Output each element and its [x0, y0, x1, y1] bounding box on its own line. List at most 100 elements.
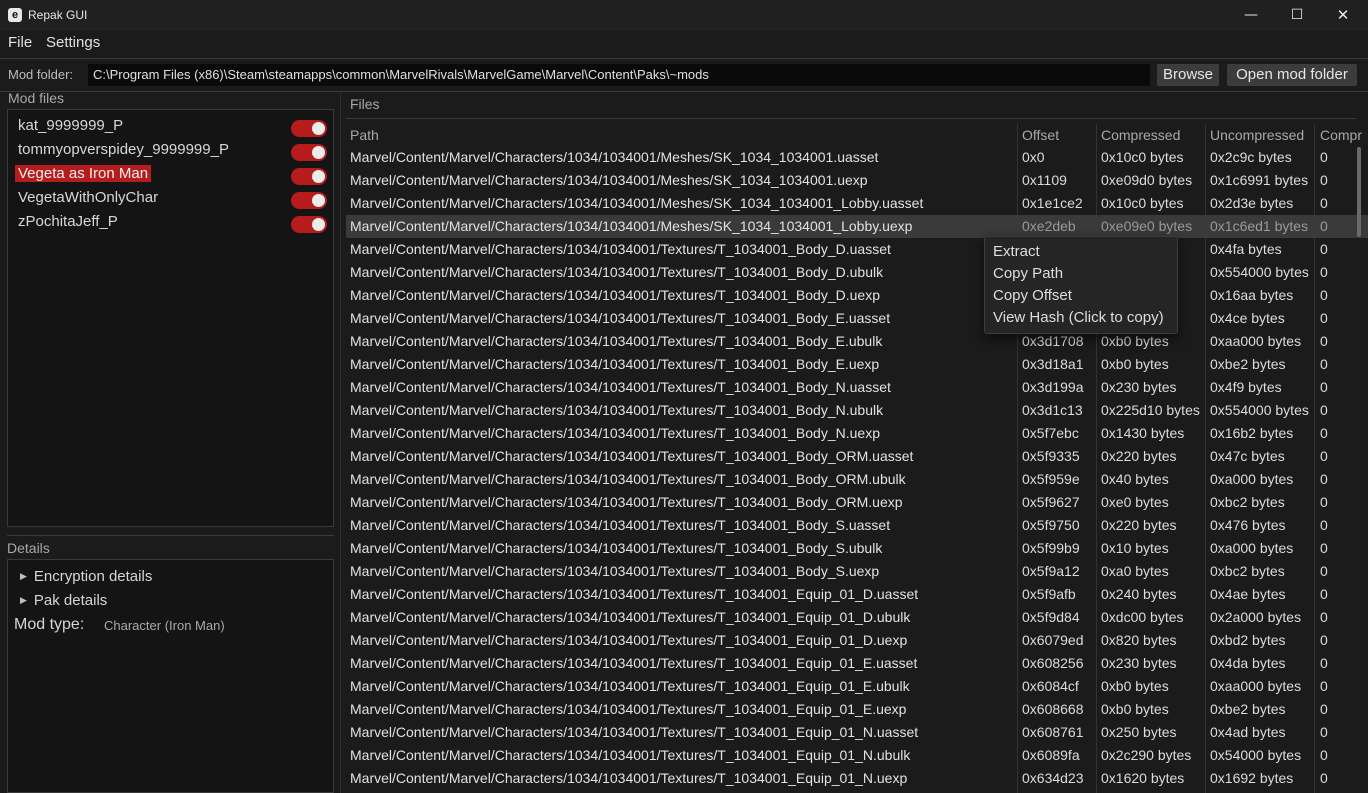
mod-folder-input[interactable]: C:\Program Files (x86)\Steam\steamapps\c…	[88, 64, 1150, 86]
table-row[interactable]: Marvel/Content/Marvel/Characters/1034/10…	[346, 468, 1368, 491]
encryption-details-toggle[interactable]: ▶ Encryption details	[20, 568, 152, 585]
table-row[interactable]: Marvel/Content/Marvel/Characters/1034/10…	[346, 537, 1368, 560]
open-mod-folder-button[interactable]: Open mod folder	[1227, 64, 1357, 86]
mod-item[interactable]: VegetaWithOnlyChar	[18, 187, 158, 209]
compr-cell: 0	[1320, 770, 1328, 786]
mod-toggle[interactable]	[291, 168, 327, 185]
path-cell: Marvel/Content/Marvel/Characters/1034/10…	[350, 471, 906, 487]
mod-item[interactable]: tommyopverspidey_9999999_P	[18, 139, 229, 161]
table-row[interactable]: Marvel/Content/Marvel/Characters/1034/10…	[346, 376, 1368, 399]
compr-cell: 0	[1320, 701, 1328, 717]
compr-cell: 0	[1320, 471, 1328, 487]
path-cell: Marvel/Content/Marvel/Characters/1034/10…	[350, 517, 891, 533]
mod-toggle[interactable]	[291, 192, 327, 209]
compressed-cell: 0x1430 bytes	[1101, 425, 1185, 441]
col-uncompressed[interactable]: Uncompressed	[1210, 127, 1304, 143]
compressed-cell: 0xa0 bytes	[1101, 563, 1169, 579]
compressed-cell: 0xb0 bytes	[1101, 678, 1169, 694]
table-row[interactable]: Marvel/Content/Marvel/Characters/1034/10…	[346, 744, 1368, 767]
compressed-cell: 0x2c290 bytes	[1101, 747, 1192, 763]
table-row[interactable]: Marvel/Content/Marvel/Characters/1034/10…	[346, 169, 1368, 192]
uncompressed-cell: 0xbd2 bytes	[1210, 632, 1286, 648]
maximize-icon[interactable]: ☐	[1274, 0, 1320, 31]
offset-cell: 0xe2deb	[1022, 218, 1076, 234]
table-row[interactable]: Marvel/Content/Marvel/Characters/1034/10…	[346, 514, 1368, 537]
browse-button[interactable]: Browse	[1157, 64, 1219, 86]
path-cell: Marvel/Content/Marvel/Characters/1034/10…	[350, 310, 891, 326]
table-row[interactable]: Marvel/Content/Marvel/Characters/1034/10…	[346, 307, 1368, 330]
path-cell: Marvel/Content/Marvel/Characters/1034/10…	[350, 425, 880, 441]
table-row[interactable]: Marvel/Content/Marvel/Characters/1034/10…	[346, 215, 1368, 238]
col-compressed[interactable]: Compressed	[1101, 127, 1180, 143]
table-row[interactable]: Marvel/Content/Marvel/Characters/1034/10…	[346, 606, 1368, 629]
mod-toggle[interactable]	[291, 120, 327, 137]
compr-cell: 0	[1320, 540, 1328, 556]
uncompressed-cell: 0x4ad bytes	[1210, 724, 1286, 740]
table-row[interactable]: Marvel/Content/Marvel/Characters/1034/10…	[346, 261, 1368, 284]
table-row[interactable]: Marvel/Content/Marvel/Characters/1034/10…	[346, 192, 1368, 215]
col-compr[interactable]: Compr	[1320, 127, 1362, 143]
table-row[interactable]: Marvel/Content/Marvel/Characters/1034/10…	[346, 767, 1368, 790]
table-row[interactable]: Marvel/Content/Marvel/Characters/1034/10…	[346, 353, 1368, 376]
context-menu: Extract Copy Path Copy Offset View Hash …	[984, 236, 1178, 334]
pak-details-toggle[interactable]: ▶ Pak details	[20, 592, 107, 609]
offset-cell: 0x3d18a1	[1022, 356, 1084, 372]
path-cell: Marvel/Content/Marvel/Characters/1034/10…	[350, 379, 891, 395]
offset-cell: 0x1109	[1022, 172, 1067, 188]
copy-path-menu-item[interactable]: Copy Path	[993, 265, 1063, 282]
table-row[interactable]: Marvel/Content/Marvel/Characters/1034/10…	[346, 652, 1368, 675]
extract-menu-item[interactable]: Extract	[993, 243, 1040, 260]
uncompressed-cell: 0xa000 bytes	[1210, 540, 1294, 556]
table-row[interactable]: Marvel/Content/Marvel/Characters/1034/10…	[346, 330, 1368, 353]
menu-file[interactable]: File	[8, 34, 32, 51]
uncompressed-cell: 0x1c6ed1 bytes	[1210, 218, 1309, 234]
table-row[interactable]: Marvel/Content/Marvel/Characters/1034/10…	[346, 629, 1368, 652]
compr-cell: 0	[1320, 310, 1328, 326]
table-row[interactable]: Marvel/Content/Marvel/Characters/1034/10…	[346, 721, 1368, 744]
table-row[interactable]: Marvel/Content/Marvel/Characters/1034/10…	[346, 422, 1368, 445]
offset-cell: 0x5f959e	[1022, 471, 1080, 487]
mod-item-selected[interactable]: Vegeta as Iron Man	[15, 163, 152, 185]
mod-toggle[interactable]	[291, 144, 327, 161]
col-offset[interactable]: Offset	[1022, 127, 1059, 143]
table-row[interactable]: Marvel/Content/Marvel/Characters/1034/10…	[346, 238, 1368, 261]
col-path[interactable]: Path	[350, 127, 379, 143]
close-icon[interactable]: ✕	[1320, 0, 1366, 31]
title-bar: e Repak GUI — ☐ ✕	[0, 0, 1368, 31]
table-row[interactable]: Marvel/Content/Marvel/Characters/1034/10…	[346, 399, 1368, 422]
table-row[interactable]: Marvel/Content/Marvel/Characters/1034/10…	[346, 284, 1368, 307]
offset-cell: 0x0	[1022, 149, 1045, 165]
panel-divider[interactable]	[340, 92, 341, 793]
table-row[interactable]: Marvel/Content/Marvel/Characters/1034/10…	[346, 560, 1368, 583]
path-cell: Marvel/Content/Marvel/Characters/1034/10…	[350, 218, 913, 234]
table-row[interactable]: Marvel/Content/Marvel/Characters/1034/10…	[346, 675, 1368, 698]
compr-cell: 0	[1320, 586, 1328, 602]
table-scrollbar[interactable]	[1357, 147, 1361, 237]
path-cell: Marvel/Content/Marvel/Characters/1034/10…	[350, 356, 880, 372]
compressed-cell: 0xb0 bytes	[1101, 356, 1169, 372]
table-row[interactable]: Marvel/Content/Marvel/Characters/1034/10…	[346, 583, 1368, 606]
table-row[interactable]: Marvel/Content/Marvel/Characters/1034/10…	[346, 698, 1368, 721]
path-cell: Marvel/Content/Marvel/Characters/1034/10…	[350, 149, 879, 165]
uncompressed-cell: 0x4ae bytes	[1210, 586, 1286, 602]
compressed-cell: 0xb0 bytes	[1101, 333, 1169, 349]
menu-settings[interactable]: Settings	[46, 34, 100, 51]
view-hash-menu-item[interactable]: View Hash (Click to copy)	[993, 309, 1164, 326]
offset-cell: 0x608256	[1022, 655, 1084, 671]
offset-cell: 0x5f9335	[1022, 448, 1080, 464]
mod-item[interactable]: kat_9999999_P	[18, 115, 123, 137]
path-cell: Marvel/Content/Marvel/Characters/1034/10…	[350, 563, 880, 579]
compr-cell: 0	[1320, 402, 1328, 418]
table-row[interactable]: Marvel/Content/Marvel/Characters/1034/10…	[346, 491, 1368, 514]
compressed-cell: 0xe09d0 bytes	[1101, 172, 1193, 188]
path-cell: Marvel/Content/Marvel/Characters/1034/10…	[350, 586, 919, 602]
path-cell: Marvel/Content/Marvel/Characters/1034/10…	[350, 678, 910, 694]
table-row[interactable]: Marvel/Content/Marvel/Characters/1034/10…	[346, 445, 1368, 468]
table-row[interactable]: Marvel/Content/Marvel/Characters/1034/10…	[346, 146, 1368, 169]
compr-cell: 0	[1320, 655, 1328, 671]
uncompressed-cell: 0xaa000 bytes	[1210, 333, 1302, 349]
mod-toggle[interactable]	[291, 216, 327, 233]
mod-item[interactable]: zPochitaJeff_P	[18, 211, 118, 233]
copy-offset-menu-item[interactable]: Copy Offset	[993, 287, 1072, 304]
minimize-icon[interactable]: —	[1228, 0, 1274, 31]
